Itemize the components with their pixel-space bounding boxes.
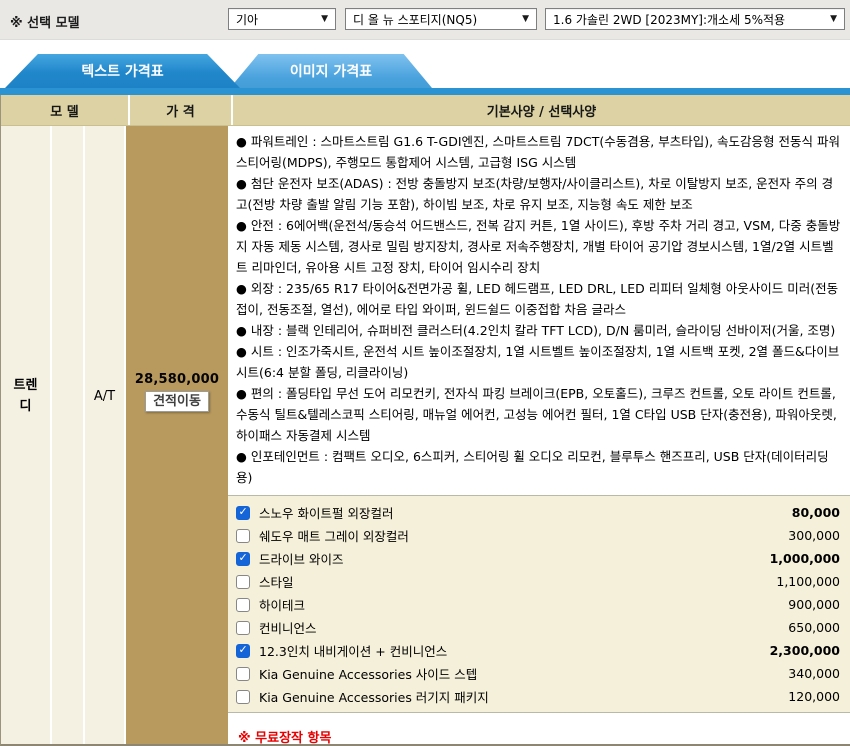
spec-paragraph: ● 내장 : 블랙 인테리어, 슈퍼비전 클러스터(4.2인치 칼라 TFT L… (236, 320, 842, 341)
trim-select[interactable]: 1.6 가솔린 2WD [2023MY]:개소세 5%적용 ▼ (545, 8, 845, 30)
option-checkbox[interactable] (236, 621, 250, 635)
series-select[interactable]: 디 올 뉴 스포티지(NQ5) ▼ (345, 8, 537, 30)
option-checkbox[interactable] (236, 506, 250, 520)
option-label: 스노우 화이트펄 외장컬러 (259, 503, 393, 522)
option-checkbox[interactable] (236, 690, 250, 704)
option-price: 900,000 (788, 597, 840, 612)
trim-price: 28,580,000 (135, 372, 219, 387)
options-list: 스노우 화이트펄 외장컬러 80,000 쉐도우 매트 그레이 외장컬러 300… (228, 495, 850, 713)
option-label: 드라이브 와이즈 (259, 549, 343, 568)
option-checkbox[interactable] (236, 575, 250, 589)
brand-select[interactable]: 기아 ▼ (228, 8, 336, 30)
option-price: 1,100,000 (776, 574, 840, 589)
spec-paragraph: ● 외장 : 235/65 R17 타이어&전면가공 휠, LED 헤드램프, … (236, 278, 842, 320)
specs-cell: ● 파워트레인 : 스마트스트림 G1.6 T-GDI엔진, 스마트스트림 7D… (228, 126, 850, 744)
option-label: 쉐도우 매트 그레이 외장컬러 (259, 526, 409, 545)
option-price: 300,000 (788, 528, 840, 543)
option-label: 스타일 (259, 572, 294, 591)
spec-paragraph: ● 인포테인먼트 : 컴팩트 오디오, 6스피커, 스티어링 휠 오디오 리모컨… (236, 446, 842, 488)
transmission-cell: A/T (85, 126, 126, 744)
header-specs: 기본사양 / 선택사양 (233, 95, 850, 125)
trim-name: 트렌디 (11, 375, 41, 495)
option-price: 650,000 (788, 620, 840, 635)
option-checkbox[interactable] (236, 598, 250, 612)
option-checkbox[interactable] (236, 529, 250, 543)
option-row: 드라이브 와이즈 1,000,000 (236, 547, 840, 570)
brand-select-value: 기아 (236, 11, 258, 28)
spec-paragraph: ● 안전 : 6에어백(운전석/동승석 어드밴스드, 전복 감지 커튼, 1열 … (236, 215, 842, 278)
option-row: 스노우 화이트펄 외장컬러 80,000 (236, 501, 840, 524)
chevron-down-icon: ▼ (516, 14, 529, 24)
model-selector-bar: ※ 선택 모델 기아 ▼ 디 올 뉴 스포티지(NQ5) ▼ 1.6 가솔린 2… (0, 0, 850, 40)
option-price: 340,000 (788, 666, 840, 681)
price-cell: 28,580,000 견적이동 (126, 126, 228, 744)
option-row: 하이테크 900,000 (236, 593, 840, 616)
series-select-value: 디 올 뉴 스포티지(NQ5) (353, 11, 477, 28)
option-price: 120,000 (788, 689, 840, 704)
option-checkbox[interactable] (236, 644, 250, 658)
option-label: 12.3인치 내비게이션 + 컨비니언스 (259, 641, 447, 660)
spec-paragraph: ● 파워트레인 : 스마트스트림 G1.6 T-GDI엔진, 스마트스트림 7D… (236, 131, 842, 173)
quote-move-button[interactable]: 견적이동 (145, 391, 209, 412)
trim-select-value: 1.6 가솔린 2WD [2023MY]:개소세 5%적용 (553, 11, 785, 28)
chevron-down-icon: ▼ (315, 14, 328, 24)
option-label: 하이테크 (259, 595, 305, 614)
chevron-down-icon: ▼ (824, 14, 837, 24)
price-config-page: ※ 선택 모델 기아 ▼ 디 올 뉴 스포티지(NQ5) ▼ 1.6 가솔린 2… (0, 0, 850, 746)
option-label: Kia Genuine Accessories 러기지 패키지 (259, 687, 489, 706)
price-table-header: 모 델 가 격 기본사양 / 선택사양 (1, 95, 850, 126)
option-price: 2,300,000 (770, 643, 840, 658)
table-row: 트렌디 A/T 28,580,000 견적이동 ● 파워트레인 : 스마트스트림… (1, 126, 850, 744)
option-price: 1,000,000 (770, 551, 840, 566)
base-specs-text: ● 파워트레인 : 스마트스트림 G1.6 T-GDI엔진, 스마트스트림 7D… (228, 126, 850, 490)
option-checkbox[interactable] (236, 552, 250, 566)
tab-underline-strip (0, 88, 850, 95)
option-row: 쉐도우 매트 그레이 외장컬러 300,000 (236, 524, 840, 547)
spacer-cell (52, 126, 85, 744)
option-row: 스타일 1,100,000 (236, 570, 840, 593)
header-price: 가 격 (130, 95, 233, 125)
model-selector-label: ※ 선택 모델 (10, 12, 80, 31)
free-items-title: ※ 무료장작 항목 (238, 727, 850, 744)
option-row: 12.3인치 내비게이션 + 컨비니언스 2,300,000 (236, 639, 840, 662)
option-checkbox[interactable] (236, 667, 250, 681)
option-row: 컨비니언스 650,000 (236, 616, 840, 639)
header-model: 모 델 (1, 95, 130, 125)
option-label: 컨비니언스 (259, 618, 317, 637)
price-view-tabs: 텍스트 가격표 이미지 가격표 (0, 40, 850, 88)
spec-paragraph: ● 첨단 운전자 보조(ADAS) : 전방 충돌방지 보조(차량/보행자/사이… (236, 173, 842, 215)
price-table: 모 델 가 격 기본사양 / 선택사양 트렌디 A/T 28,580,000 견… (0, 95, 850, 746)
option-row: Kia Genuine Accessories 러기지 패키지 120,000 (236, 685, 840, 708)
option-label: Kia Genuine Accessories 사이드 스텝 (259, 664, 477, 683)
trim-name-cell: 트렌디 (1, 126, 52, 744)
tab-image-price[interactable]: 이미지 가격표 (230, 54, 432, 88)
tab-text-price[interactable]: 텍스트 가격표 (5, 54, 240, 88)
option-price: 80,000 (792, 505, 840, 520)
spec-paragraph: ● 시트 : 인조가죽시트, 운전석 시트 높이조절장치, 1열 시트벨트 높이… (236, 341, 842, 383)
option-row: Kia Genuine Accessories 사이드 스텝 340,000 (236, 662, 840, 685)
spec-paragraph: ● 편의 : 폴딩타입 무선 도어 리모컨키, 전자식 파킹 브레이크(EPB,… (236, 383, 842, 446)
